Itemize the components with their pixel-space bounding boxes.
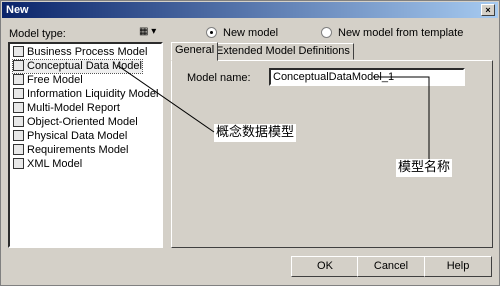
annotation-arrow-left [116, 64, 215, 133]
annotation-arrows [116, 64, 430, 159]
annotation-arrow-right [373, 76, 430, 159]
tab-general[interactable]: General [171, 42, 219, 61]
ok-button[interactable]: OK [291, 256, 359, 277]
new-model-dialog: New × Model type: ▦ ▾ Business Process M… [0, 0, 500, 286]
help-button[interactable]: Help [424, 256, 492, 277]
cancel-button[interactable]: Cancel [357, 256, 425, 277]
